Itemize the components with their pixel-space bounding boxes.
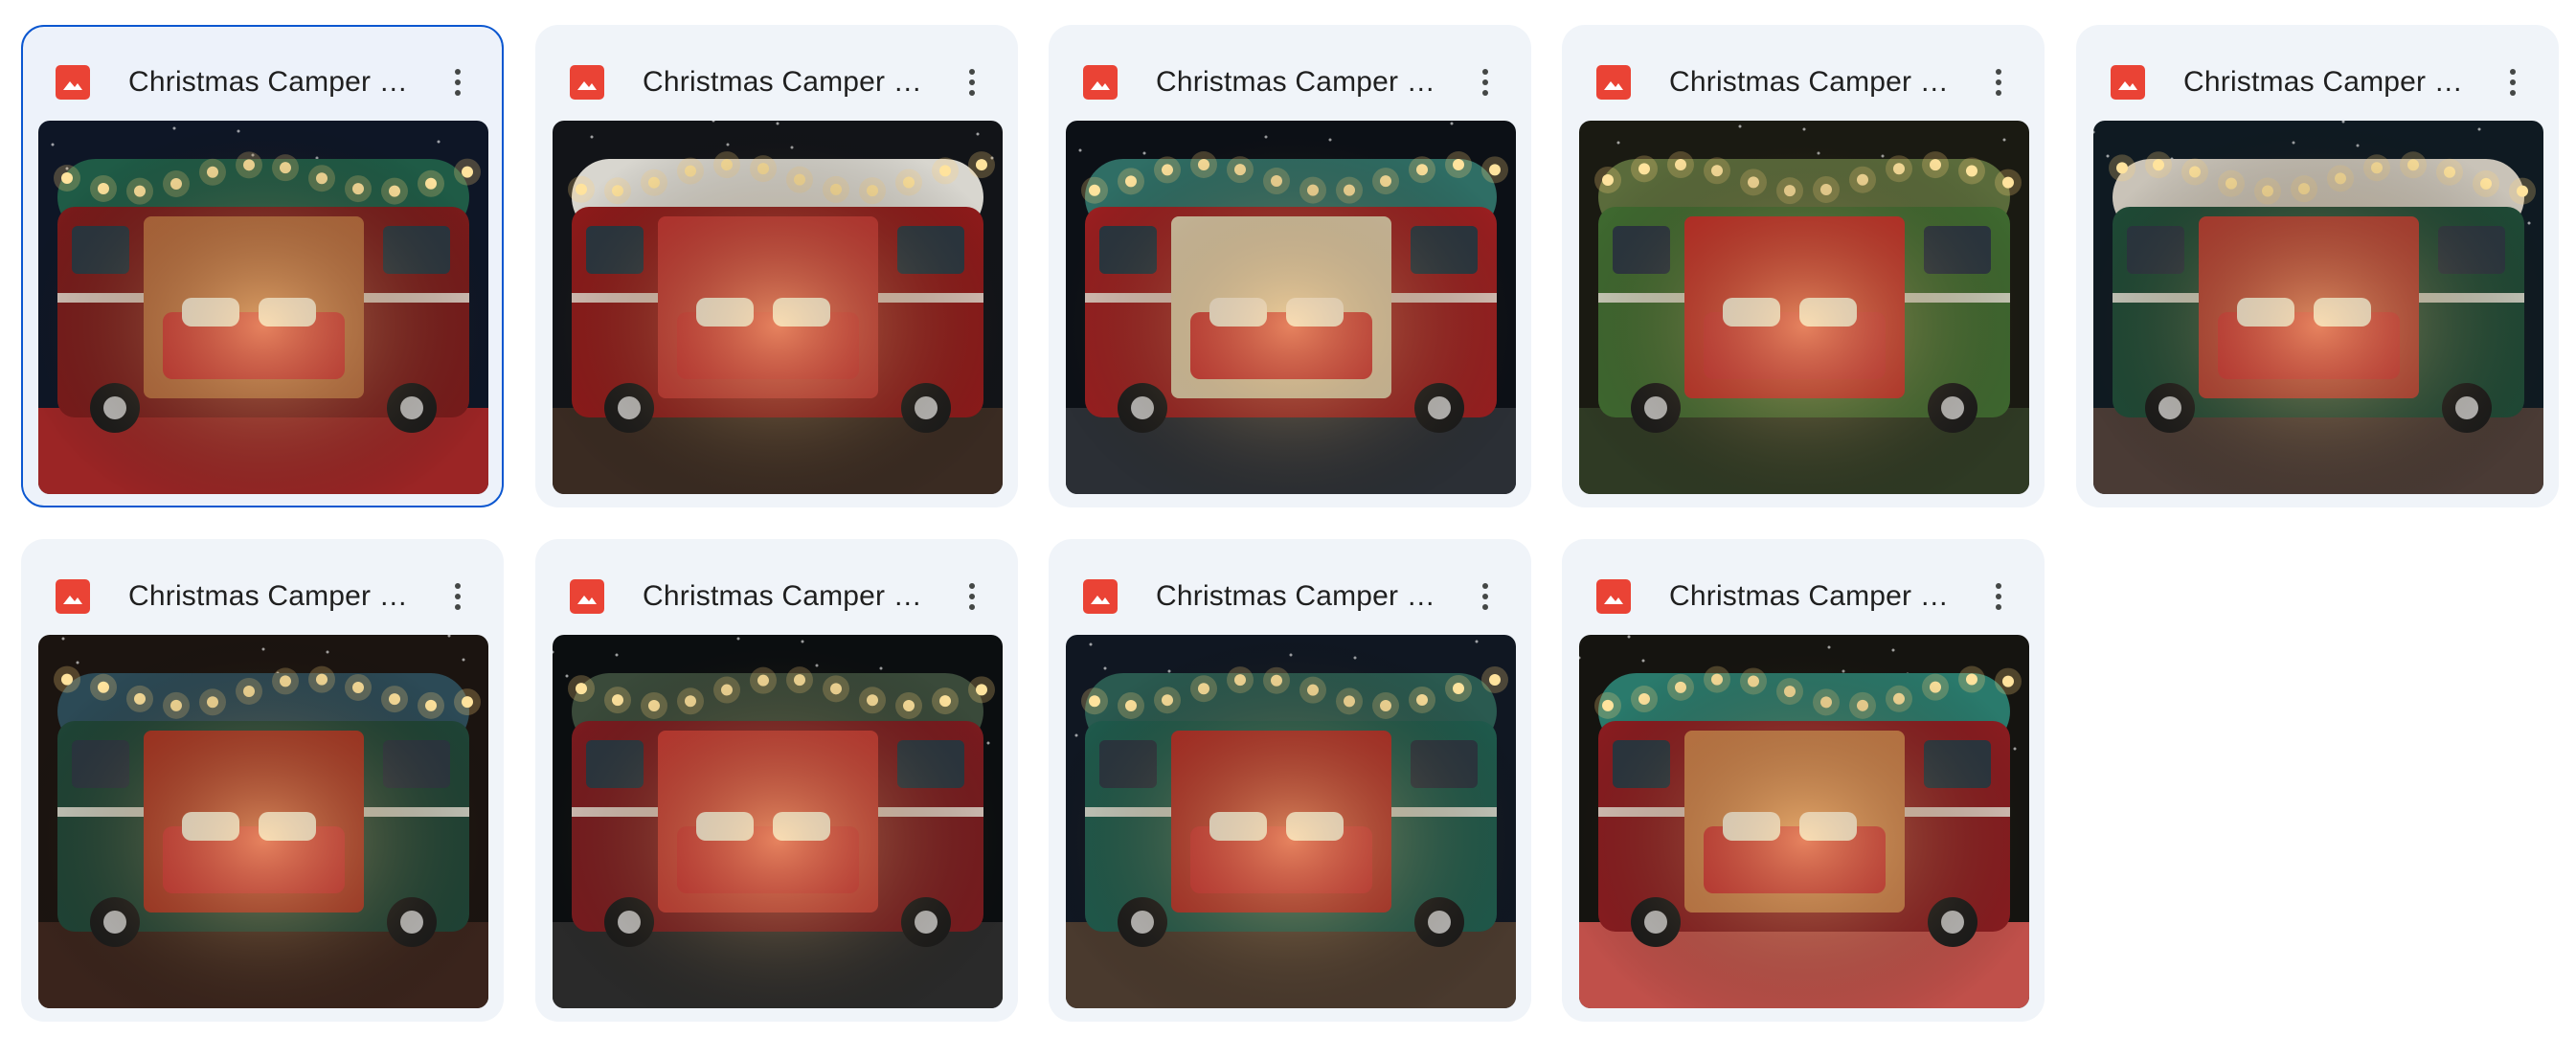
- file-card[interactable]: Christmas Camper B...: [21, 539, 504, 1022]
- image-file-icon: [1596, 579, 1631, 614]
- file-name: Christmas Camper B...: [1669, 580, 1956, 612]
- file-name: Christmas Camper B...: [1156, 580, 1443, 612]
- more-vert-icon[interactable]: [1976, 59, 2022, 105]
- file-card-header: Christmas Camper B...: [537, 541, 1016, 635]
- file-thumbnail[interactable]: [1579, 121, 2029, 494]
- file-card[interactable]: Christmas Camper B...: [1049, 25, 1531, 507]
- file-thumbnail[interactable]: [38, 635, 488, 1008]
- file-card-header: Christmas Camper B...: [537, 27, 1016, 121]
- image-file-icon: [1083, 579, 1118, 614]
- more-vert-icon[interactable]: [1462, 59, 1508, 105]
- file-card-header: Christmas Camper B...: [1564, 27, 2043, 121]
- file-thumbnail[interactable]: [1579, 635, 2029, 1008]
- file-thumbnail[interactable]: [553, 635, 1003, 1008]
- file-name: Christmas Camper B...: [1156, 66, 1443, 98]
- file-card[interactable]: Christmas Camper B...: [1049, 539, 1531, 1022]
- file-card[interactable]: Christmas Camper B...: [21, 25, 504, 507]
- file-name: Christmas Camper B...: [2183, 66, 2471, 98]
- file-card-header: Christmas Camper B...: [23, 27, 502, 121]
- image-file-icon: [56, 579, 90, 614]
- more-vert-icon[interactable]: [435, 59, 481, 105]
- file-name: Christmas Camper B...: [1669, 66, 1956, 98]
- file-name: Christmas Camper B...: [643, 66, 930, 98]
- more-vert-icon[interactable]: [435, 574, 481, 620]
- file-card[interactable]: Christmas Camper B...: [535, 25, 1018, 507]
- image-file-icon: [570, 65, 604, 100]
- file-name: Christmas Camper B...: [128, 580, 416, 612]
- more-vert-icon[interactable]: [949, 574, 995, 620]
- file-thumbnail[interactable]: [2093, 121, 2543, 494]
- image-file-icon: [1596, 65, 1631, 100]
- file-thumbnail[interactable]: [1066, 121, 1516, 494]
- file-card-header: Christmas Camper B...: [1051, 541, 1529, 635]
- file-thumbnail[interactable]: [553, 121, 1003, 494]
- file-card[interactable]: Christmas Camper B...: [1562, 539, 2045, 1022]
- more-vert-icon[interactable]: [2490, 59, 2536, 105]
- image-file-icon: [1083, 65, 1118, 100]
- file-grid: Christmas Camper B... Christmas Camper B…: [0, 0, 2576, 1059]
- file-card[interactable]: Christmas Camper B...: [1562, 25, 2045, 507]
- file-card-header: Christmas Camper B...: [1051, 27, 1529, 121]
- file-thumbnail[interactable]: [38, 121, 488, 494]
- more-vert-icon[interactable]: [1976, 574, 2022, 620]
- image-file-icon: [570, 579, 604, 614]
- file-card-header: Christmas Camper B...: [2078, 27, 2557, 121]
- image-file-icon: [56, 65, 90, 100]
- more-vert-icon[interactable]: [949, 59, 995, 105]
- file-card[interactable]: Christmas Camper B...: [2076, 25, 2559, 507]
- file-card[interactable]: Christmas Camper B...: [535, 539, 1018, 1022]
- file-card-header: Christmas Camper B...: [1564, 541, 2043, 635]
- image-file-icon: [2111, 65, 2145, 100]
- file-name: Christmas Camper B...: [643, 580, 930, 612]
- file-thumbnail[interactable]: [1066, 635, 1516, 1008]
- file-name: Christmas Camper B...: [128, 66, 416, 98]
- file-card-header: Christmas Camper B...: [23, 541, 502, 635]
- more-vert-icon[interactable]: [1462, 574, 1508, 620]
